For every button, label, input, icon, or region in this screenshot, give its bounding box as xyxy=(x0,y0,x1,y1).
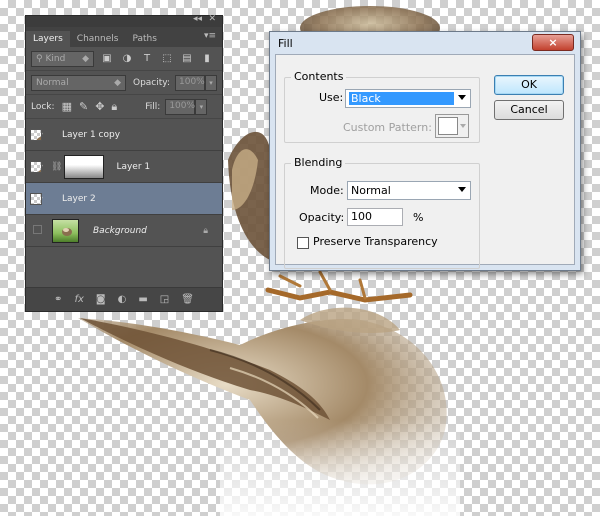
layer-row-layer-1-copy[interactable]: 👁︎ Layer 1 copy xyxy=(26,119,222,151)
layer-thumbnail xyxy=(52,218,79,243)
layer-row-layer-1[interactable]: 👁︎ ⛓ Layer 1 xyxy=(26,151,222,183)
contents-group: Contents Use: Black Custom Pattern: xyxy=(284,70,480,143)
layer-thumbnail xyxy=(30,192,42,205)
fill-label: Fill: xyxy=(145,101,161,112)
custom-pattern-label: Custom Pattern: xyxy=(343,121,432,134)
filter-type-icon[interactable]: T xyxy=(140,53,154,65)
layer-row-layer-2[interactable]: 👁︎ Layer 2 xyxy=(26,183,222,215)
collapse-icon[interactable]: ◂◂ xyxy=(193,14,202,24)
layer-opacity-field[interactable]: 100% xyxy=(175,74,205,91)
panel-header-bar: ◂◂ ✕ xyxy=(26,14,222,27)
dialog-title-bar[interactable]: Fill × xyxy=(270,32,580,54)
cancel-button[interactable]: Cancel xyxy=(494,100,564,120)
eye-off-icon[interactable] xyxy=(26,224,48,237)
blending-group-label: Blending xyxy=(291,156,346,169)
lock-all-icon[interactable]: 🔒︎ xyxy=(111,100,117,114)
blending-group: Blending Mode: Normal Opacity: 100 % Pre… xyxy=(284,156,480,269)
layer-fill-field[interactable]: 100% xyxy=(165,98,196,115)
lock-icon: 🔒︎ xyxy=(203,225,208,236)
lock-pixels-icon[interactable]: ✎ xyxy=(79,100,88,113)
tab-layers[interactable]: Layers xyxy=(26,31,70,47)
close-button[interactable]: × xyxy=(532,34,574,51)
filter-row: ⚲ Kind ◆ ▣ ◑ T ⬚ ▤ ▮ xyxy=(26,47,222,71)
blend-mode-select[interactable]: Normal ◆ xyxy=(31,74,126,91)
panel-tabs: Layers Channels Paths ▾≡ xyxy=(26,27,222,47)
lock-row: Lock: ▦ ✎ ✥ 🔒︎ Fill: 100% ▾ xyxy=(26,95,222,119)
preserve-transparency-checkbox[interactable] xyxy=(297,237,309,249)
blend-row: Normal ◆ Opacity: 100% ▾ xyxy=(26,71,222,95)
layer-name: Layer 1 copy xyxy=(62,129,121,140)
opacity-unit: % xyxy=(413,211,424,224)
layer-thumbnail xyxy=(30,128,42,141)
mode-label: Mode: xyxy=(310,184,344,197)
lock-transparent-icon[interactable]: ▦ xyxy=(62,100,72,113)
contents-group-label: Contents xyxy=(291,70,347,83)
opacity-label: Opacity: xyxy=(299,211,345,224)
mode-select[interactable]: Normal xyxy=(347,181,471,200)
layer-name: Background xyxy=(93,225,147,236)
opacity-label: Opacity: xyxy=(133,77,170,88)
layer-row-background[interactable]: Background 🔒︎ xyxy=(26,215,222,247)
add-mask-icon[interactable]: ◙ xyxy=(96,294,106,305)
mask-link-icon[interactable]: ⛓ xyxy=(51,162,62,172)
filter-toggle-icon[interactable]: ▮ xyxy=(200,53,214,65)
group-folder-icon[interactable]: ▬ xyxy=(138,294,147,305)
adjustment-icon[interactable]: ◐ xyxy=(118,294,127,305)
ok-button[interactable]: OK xyxy=(494,75,564,95)
trash-icon[interactable]: 🗑︎ xyxy=(181,294,194,305)
link-icon[interactable]: ⚭ xyxy=(54,294,62,305)
fx-icon[interactable]: fx xyxy=(74,294,83,305)
use-label: Use: xyxy=(319,91,344,104)
layer-name: Layer 2 xyxy=(62,193,96,204)
opacity-dropdown-icon[interactable]: ▾ xyxy=(205,74,217,91)
filter-kind-select[interactable]: ⚲ Kind ◆ xyxy=(31,50,94,67)
layer-thumbnail xyxy=(30,160,42,173)
layer-name: Layer 1 xyxy=(116,161,151,172)
layers-panel: ◂◂ ✕ Layers Channels Paths ▾≡ ⚲ Kind ◆ ▣ … xyxy=(25,14,223,312)
new-layer-icon[interactable]: ◲ xyxy=(160,294,169,305)
layer-mask-thumbnail[interactable] xyxy=(64,154,105,179)
filter-smart-object-icon[interactable]: ▤ xyxy=(180,53,194,65)
lock-label: Lock: xyxy=(31,101,55,112)
preserve-transparency-label[interactable]: Preserve Transparency xyxy=(313,235,438,248)
tab-channels[interactable]: Channels xyxy=(70,31,126,47)
filter-shape-icon[interactable]: ⬚ xyxy=(160,53,174,65)
fill-dialog: Fill × Contents Use: Black Custom Patter… xyxy=(269,31,581,271)
panel-menu-icon[interactable]: ▾≡ xyxy=(204,31,216,41)
filter-pixel-icon[interactable]: ▣ xyxy=(100,53,114,65)
close-panel-icon[interactable]: ✕ xyxy=(208,14,216,24)
use-select[interactable]: Black xyxy=(345,89,471,108)
search-icon: ⚲ xyxy=(36,53,43,64)
tab-paths[interactable]: Paths xyxy=(125,31,163,47)
opacity-input[interactable]: 100 xyxy=(347,208,403,226)
panel-bottom-bar: ⚭ fx ◙ ◐ ▬ ◲ 🗑︎ xyxy=(26,287,222,311)
dialog-title: Fill xyxy=(278,36,293,50)
custom-pattern-picker xyxy=(435,114,469,138)
lock-position-icon[interactable]: ✥ xyxy=(95,100,104,113)
dialog-body: Contents Use: Black Custom Pattern: Blen… xyxy=(275,54,575,269)
fill-dropdown-icon[interactable]: ▾ xyxy=(195,98,208,115)
filter-adjustment-icon[interactable]: ◑ xyxy=(120,53,134,65)
